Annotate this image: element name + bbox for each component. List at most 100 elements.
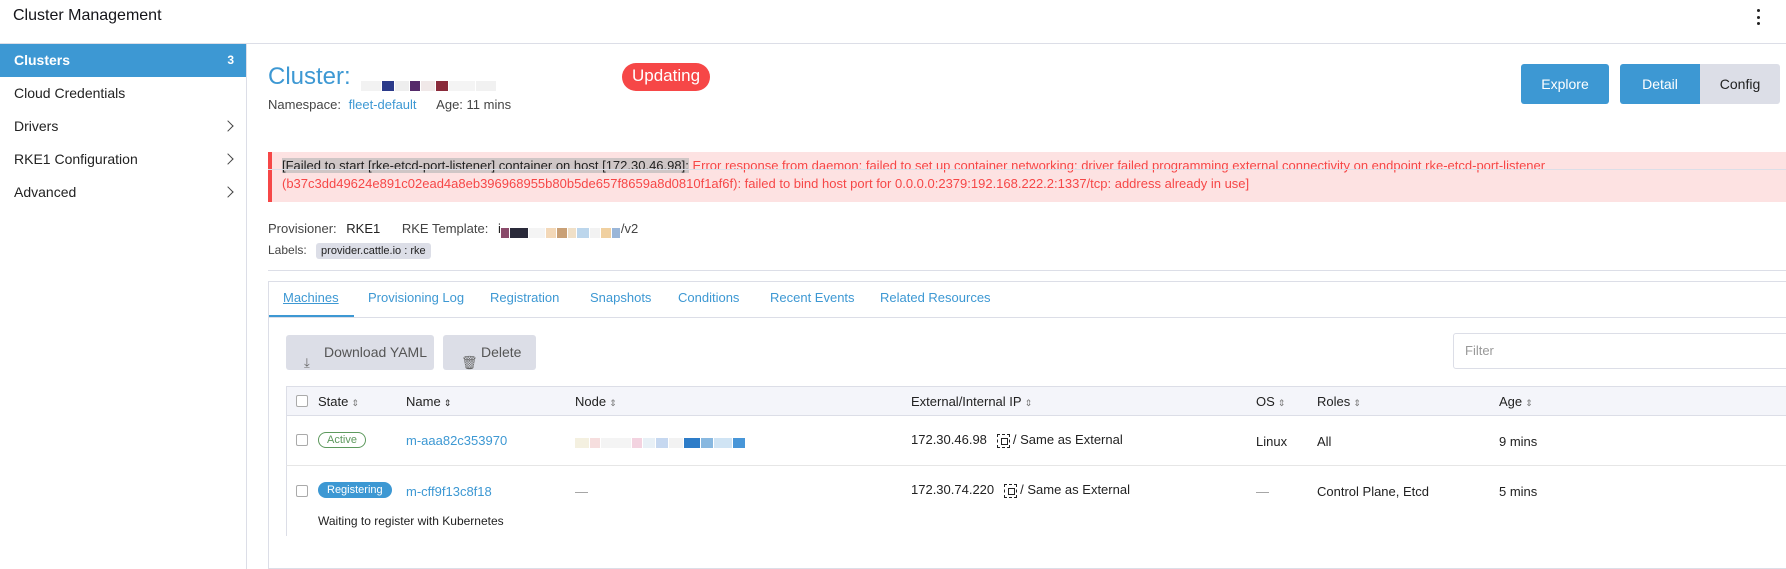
redacted-cluster-name	[361, 72, 497, 92]
ip-cell: 172.30.74.220 / Same as External	[911, 482, 1130, 498]
tab-snapshots[interactable]: Snapshots	[590, 290, 651, 305]
delete-label: Delete	[481, 344, 522, 360]
external-ip: 172.30.74.220	[911, 482, 995, 497]
redacted-node-name	[575, 434, 746, 448]
explore-button[interactable]: Explore	[1521, 64, 1609, 104]
chevron-right-icon	[222, 153, 234, 165]
main-content: Cluster: Updating Namespace: fleet-defau…	[248, 44, 1786, 569]
os-cell: —	[1256, 484, 1269, 499]
sidebar-item-clusters[interactable]: Clusters 3	[0, 44, 246, 77]
tab-conditions[interactable]: Conditions	[678, 290, 739, 305]
column-header-ip[interactable]: External/Internal IP ⇕	[911, 394, 1032, 409]
sidebar: Clusters 3 Cloud Credentials Drivers RKE…	[0, 44, 247, 569]
column-header-name[interactable]: Name ⇕	[406, 394, 451, 409]
sidebar-item-label: RKE1 Configuration	[14, 151, 138, 167]
node-cell: —	[575, 484, 588, 499]
column-header-node[interactable]: Node ⇕	[575, 394, 617, 409]
error-highlight: [Failed to start [rke-etcd-port-listener…	[282, 158, 689, 173]
namespace-link[interactable]: fleet-default	[349, 97, 417, 112]
tab-registration[interactable]: Registration	[490, 290, 559, 305]
sidebar-item-advanced[interactable]: Advanced	[0, 176, 246, 209]
cluster-count-badge: 3	[227, 53, 234, 67]
trash-icon: 🗑	[461, 355, 478, 370]
app-title: Cluster Management	[13, 7, 162, 24]
rke-template-suffix: /v2	[620, 221, 639, 236]
sort-icon: ⇕	[351, 398, 359, 408]
row-checkbox[interactable]	[296, 434, 308, 446]
sort-icon: ⇕	[443, 398, 452, 408]
divider	[268, 270, 1786, 271]
machine-name-link[interactable]: m-aaa82c353970	[406, 433, 507, 448]
sort-icon: ⇕	[609, 398, 617, 408]
column-header-os[interactable]: OS ⇕	[1256, 394, 1285, 409]
cluster-age: Age: 11 mins	[436, 97, 512, 112]
active-tab-indicator	[269, 315, 354, 317]
chevron-right-icon	[222, 120, 234, 132]
sidebar-item-label: Drivers	[14, 118, 59, 134]
row-checkbox[interactable]	[296, 485, 308, 497]
download-yaml-label: Download YAML	[324, 344, 427, 360]
labels-line: Labels: provider.cattle.io : rke	[268, 243, 431, 259]
top-bar: Cluster Management	[0, 0, 1786, 44]
namespace-label: Namespace:	[268, 97, 341, 112]
rke-template-label: RKE Template:	[401, 221, 489, 236]
age-cell: 9 mins	[1499, 434, 1538, 449]
page-title: Cluster:	[268, 63, 497, 92]
sidebar-item-label: Clusters	[14, 52, 71, 68]
select-all-checkbox[interactable]	[296, 395, 308, 407]
tab-recent-events[interactable]: Recent Events	[770, 290, 855, 305]
tab-related-resources[interactable]: Related Resources	[880, 290, 991, 305]
sort-icon: ⇕	[1277, 398, 1286, 408]
tab-bar: Machines Provisioning Log Registration S…	[269, 282, 1786, 318]
tab-machines[interactable]: Machines	[283, 290, 339, 305]
more-menu-icon[interactable]	[1750, 6, 1766, 28]
labels-label: Labels:	[268, 243, 307, 257]
chevron-right-icon	[222, 186, 234, 198]
state-badge: Active	[318, 432, 366, 448]
label-tag: provider.cattle.io : rke	[316, 243, 431, 259]
copy-icon[interactable]	[1004, 483, 1018, 498]
sidebar-item-label: Cloud Credentials	[14, 85, 126, 101]
page-title-prefix: Cluster:	[268, 63, 351, 90]
external-ip: 172.30.46.98	[911, 432, 987, 447]
download-yaml-button[interactable]: ⤓ Download YAML	[286, 335, 434, 370]
column-header-state[interactable]: State ⇕	[318, 394, 359, 409]
table-header: State ⇕ Name ⇕ Node ⇕ External/Internal IP ⇕…	[286, 386, 1786, 416]
provisioner-label: Provisioner:	[268, 221, 337, 236]
sort-icon: ⇕	[1353, 398, 1361, 408]
roles-cell: All	[1317, 434, 1332, 449]
filter-input[interactable]: Filter	[1453, 333, 1786, 369]
column-header-age[interactable]: Age ⇕	[1499, 394, 1533, 409]
age-cell: 5 mins	[1499, 484, 1538, 499]
sidebar-item-label: Advanced	[14, 184, 77, 200]
row-sub-message: Waiting to register with Kubernetes	[318, 514, 504, 528]
delete-button[interactable]: 🗑 Delete	[443, 335, 536, 370]
sidebar-item-rke1-configuration[interactable]: RKE1 Configuration	[0, 143, 246, 176]
sort-icon: ⇕	[1525, 398, 1533, 408]
machine-name-link[interactable]: m-cff9f13c8f18	[406, 484, 492, 499]
roles-cell: Control Plane, Etcd	[1317, 484, 1430, 499]
namespace-line: Namespace: fleet-default Age: 11 mins	[268, 97, 511, 112]
filter-placeholder: Filter	[1465, 343, 1494, 358]
table-row: Registering m-cff9f13c8f18 — 172.30.74.2…	[286, 466, 1786, 536]
sidebar-item-cloud-credentials[interactable]: Cloud Credentials	[0, 77, 246, 110]
table-row: Active m-aaa82c353970 172.30.46.98 / Same…	[286, 416, 1786, 466]
sidebar-item-drivers[interactable]: Drivers	[0, 110, 246, 143]
os-cell: Linux	[1256, 434, 1288, 449]
divider	[268, 169, 1786, 170]
config-button[interactable]: Config	[1700, 64, 1780, 104]
internal-ip: / Same as External	[1012, 432, 1123, 447]
detail-button[interactable]: Detail	[1620, 64, 1700, 104]
redacted-template-name	[500, 225, 621, 239]
provisioner-value: RKE1	[346, 221, 381, 236]
tabs-container: Machines Provisioning Log Registration S…	[268, 281, 1786, 569]
error-banner: [Failed to start [rke-etcd-port-listener…	[268, 152, 1786, 202]
state-badge: Registering	[318, 482, 392, 498]
sort-icon: ⇕	[1024, 398, 1033, 408]
status-badge: Updating	[622, 63, 711, 91]
ip-cell: 172.30.46.98 / Same as External	[911, 432, 1123, 448]
copy-icon[interactable]	[996, 433, 1010, 448]
tab-provisioning-log[interactable]: Provisioning Log	[368, 290, 464, 305]
column-header-roles[interactable]: Roles ⇕	[1317, 394, 1361, 409]
provisioner-line: Provisioner: RKE1 RKE Template: i/v2	[268, 221, 639, 239]
